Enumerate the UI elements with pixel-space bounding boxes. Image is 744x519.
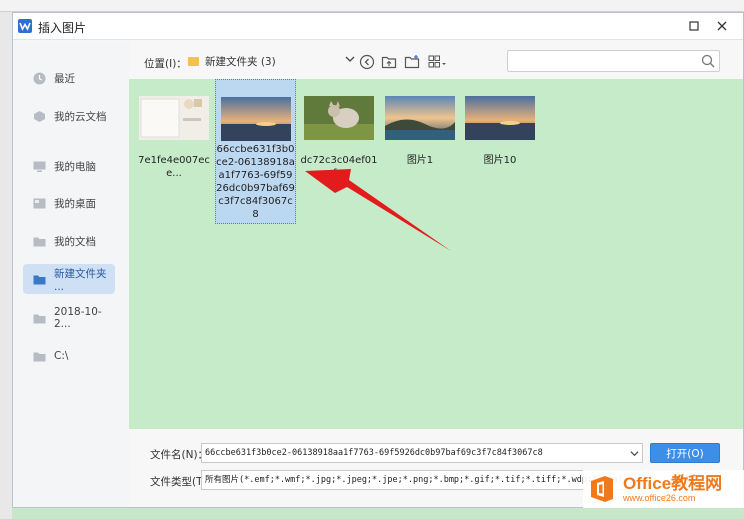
background-toolbar: [0, 0, 744, 12]
search-input[interactable]: [507, 50, 720, 72]
back-icon[interactable]: [359, 54, 375, 70]
thumbnail-image: [139, 96, 209, 140]
dialog-title: 插入图片: [38, 21, 87, 35]
open-button[interactable]: 打开(O): [650, 443, 720, 463]
file-name: dc72c3c04ef01f...: [300, 155, 378, 179]
maximize-button[interactable]: [683, 16, 705, 36]
filetype-select[interactable]: 所有图片(*.emf;*.wmf;*.jpg;*.jpeg;*.jpe;*.pn…: [201, 470, 643, 490]
thumbnail-image: [304, 96, 374, 140]
office-logo-icon: [591, 476, 613, 502]
folder-icon: [33, 314, 46, 323]
chevron-down-icon[interactable]: [630, 449, 639, 458]
maximize-icon: [689, 21, 699, 31]
file-list[interactable]: 7e1fe4e007ece... 66ccbe631f3b0ce2-061389…: [129, 79, 743, 429]
sidebar-item-label: 我的文档: [54, 235, 96, 248]
location-dropdown[interactable]: 新建文件夹 (3): [185, 50, 355, 72]
background-document: [12, 508, 744, 519]
filetype-value: 所有图片(*.emf;*.wmf;*.jpg;*.jpeg;*.jpe;*.pn…: [205, 475, 623, 485]
close-button[interactable]: [711, 16, 733, 36]
file-name: 7e1fe4e007ece...: [138, 155, 210, 179]
chevron-down-icon: [345, 56, 355, 62]
sidebar-item-my-documents[interactable]: 我的文档: [23, 226, 115, 256]
folder-icon: [33, 275, 46, 284]
sidebar-item-label: 我的电脑: [54, 160, 96, 173]
sidebar-item-label: C:\: [54, 350, 69, 362]
view-mode-icon[interactable]: [428, 54, 448, 70]
file-item[interactable]: 7e1fe4e007ece...: [134, 79, 214, 179]
location-value: 新建文件夹 (3): [205, 55, 276, 68]
sidebar-item-desktop[interactable]: 我的桌面: [23, 188, 115, 218]
sidebar-item-my-computer[interactable]: 我的电脑: [23, 151, 115, 181]
sidebar-item-cloud-docs[interactable]: 我的云文档: [23, 101, 115, 131]
wps-logo-icon: [18, 19, 32, 33]
file-item[interactable]: 图片10: [460, 79, 540, 179]
close-icon: [717, 21, 727, 31]
watermark: Office教程网 www.office26.com: [583, 470, 744, 508]
file-name: 66ccbe631f3b0ce2-06138918aa1f7763-69f592…: [216, 144, 295, 220]
computer-icon: [33, 161, 46, 172]
sidebar-item-label: 我的云文档: [54, 110, 107, 123]
background-panel: [0, 12, 12, 519]
filename-value: 66ccbe631f3b0ce2-06138918aa1f7763-69f592…: [205, 448, 543, 458]
filename-label: 文件名(N)：: [150, 449, 209, 461]
thumbnail-image: [465, 96, 535, 140]
watermark-url: www.office26.com: [623, 493, 696, 503]
cloud-icon: [34, 110, 45, 122]
file-item[interactable]: dc72c3c04ef01f...: [299, 79, 379, 179]
folder-icon: [33, 237, 46, 246]
sidebar-item-label: 2018-10-2...: [54, 306, 102, 330]
sidebar-item-new-folder[interactable]: 新建文件夹 ...: [23, 264, 115, 294]
sidebar-item-label: 新建文件夹 ...: [54, 267, 107, 293]
dialog-titlebar: 插入图片: [13, 13, 743, 40]
thumbnail-image: [385, 96, 455, 140]
sidebar: 最近 我的云文档 我的电脑 我的桌面 我的文档 新建文件夹 ... 2018-1…: [13, 41, 129, 507]
search-icon: [701, 54, 715, 68]
sidebar-item-label: 我的桌面: [54, 197, 96, 210]
desktop-icon: [33, 198, 46, 208]
folder-icon: [33, 352, 46, 361]
filename-input[interactable]: 66ccbe631f3b0ce2-06138918aa1f7763-69f592…: [201, 443, 643, 463]
sidebar-item-drive-c[interactable]: C:\: [23, 341, 115, 371]
thumbnail-image: [221, 97, 291, 141]
sidebar-item-folder-2018[interactable]: 2018-10-2...: [23, 303, 115, 333]
file-item-selected[interactable]: 66ccbe631f3b0ce2-06138918aa1f7763-69f592…: [215, 79, 296, 224]
insert-picture-dialog: 插入图片 最近 我的云文档 我的电脑 我的桌面 我的文档 新建文件夹 ... 2…: [12, 12, 744, 508]
new-folder-icon[interactable]: [404, 54, 420, 70]
folder-icon: [188, 56, 199, 66]
sidebar-item-label: 最近: [54, 72, 75, 85]
file-name: 图片10: [483, 155, 517, 166]
location-label: 位置(I)：: [144, 58, 187, 70]
file-name: 图片1: [406, 155, 434, 166]
clock-icon: [33, 72, 46, 84]
sidebar-item-recent[interactable]: 最近: [23, 63, 115, 93]
watermark-title: Office教程网: [623, 474, 723, 493]
up-folder-icon[interactable]: [381, 54, 397, 70]
file-item[interactable]: 图片1: [380, 79, 460, 179]
